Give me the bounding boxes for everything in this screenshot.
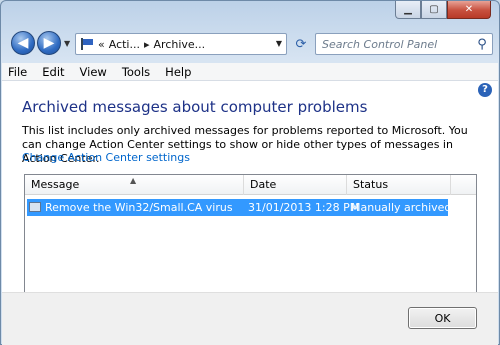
column-header-date[interactable]: Date [244,175,347,195]
close-button[interactable]: ✕ [447,1,491,19]
help-icon[interactable]: ? [478,83,492,97]
menu-tools[interactable]: Tools [122,65,150,79]
menu-view[interactable]: View [80,65,107,79]
row-message: Remove the Win32/Small.CA virus [45,201,233,214]
page-title: Archived messages about computer problem… [22,98,368,116]
navigation-bar: ◀ ▶ ▼ « Acti... ▸ Archive... ▼ ⟳ Search … [7,29,495,59]
column-header-date-label: Date [250,178,277,191]
dialog-footer: OK [2,292,498,345]
search-box[interactable]: Search Control Panel ⚲ [315,33,493,55]
breadcrumb-action-center[interactable]: Acti... [109,38,140,51]
forward-arrow-icon: ▶ [43,35,55,51]
minimize-button[interactable]: ▁ [395,1,421,19]
back-button[interactable]: ◀ [11,31,35,55]
breadcrumb-archived[interactable]: Archive... [154,38,206,51]
action-center-window: ▁ ▢ ✕ ◀ ▶ ▼ « Acti... ▸ Archive... ▼ ⟳ S… [0,0,500,345]
forward-button[interactable]: ▶ [37,31,61,55]
search-input[interactable]: Search Control Panel [322,38,472,51]
caption-buttons: ▁ ▢ ✕ [395,1,491,21]
menu-file[interactable]: File [8,65,27,79]
search-icon[interactable]: ⚲ [472,37,492,52]
sort-ascending-icon: ▲ [130,176,137,185]
menu-help[interactable]: Help [165,65,191,79]
address-dropdown-icon[interactable]: ▼ [276,39,282,48]
action-center-flag-icon [80,38,94,50]
column-header-row: ▲ Message Date Status [25,175,476,195]
table-row[interactable]: Remove the Win32/Small.CA virus 31/01/20… [27,199,452,216]
menu-bar: File Edit View Tools Help [2,63,498,81]
maximize-button[interactable]: ▢ [421,1,447,19]
breadcrumb-overflow[interactable]: « [98,38,105,51]
row-date: 31/01/2013 1:28 PM [248,201,360,214]
column-header-message[interactable]: ▲ Message [25,175,244,195]
row-status: Manually archived [351,201,452,214]
refresh-icon[interactable]: ⟳ [291,33,311,55]
archived-messages-list[interactable]: ▲ Message Date Status Remove the Win32/S… [24,174,477,310]
column-header-status-label: Status [353,178,389,191]
breadcrumb-separator-icon[interactable]: ▸ [144,38,150,51]
menu-edit[interactable]: Edit [42,65,64,79]
back-arrow-icon: ◀ [17,35,29,51]
column-header-message-label: Message [31,178,80,191]
change-settings-link[interactable]: Change Action Center settings [22,151,190,164]
column-header-status[interactable]: Status [347,175,451,195]
message-icon [29,202,41,212]
ok-button[interactable]: OK [408,307,477,329]
history-dropdown-icon[interactable]: ▼ [64,39,70,48]
address-bar[interactable]: « Acti... ▸ Archive... ▼ [75,33,287,55]
